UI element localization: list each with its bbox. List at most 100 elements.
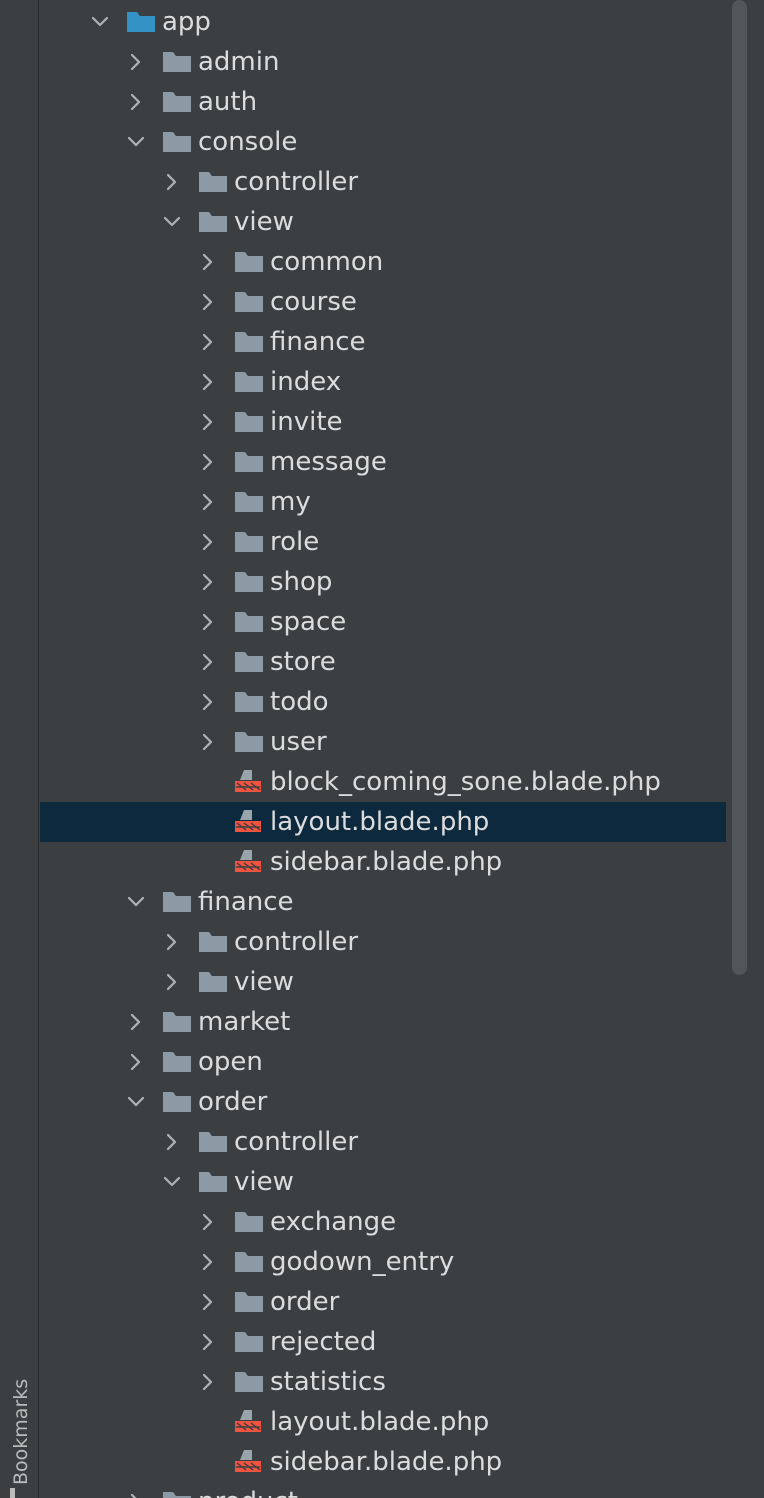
chevron-right-icon[interactable] — [198, 372, 218, 392]
scrollbar-thumb[interactable] — [732, 0, 747, 975]
chevron-right-icon[interactable] — [198, 652, 218, 672]
tree-item-label: invite — [270, 407, 343, 437]
folder-icon — [234, 291, 264, 313]
folder-icon — [234, 411, 264, 433]
tree-folder-row[interactable]: controller — [40, 1122, 726, 1162]
folder-icon — [234, 331, 264, 353]
chevron-down-icon[interactable] — [126, 1092, 146, 1112]
tree-item-label: view — [234, 207, 294, 237]
tree-folder-row[interactable]: view — [40, 1162, 726, 1202]
tree-folder-row[interactable]: godown_entry — [40, 1242, 726, 1282]
tree-folder-row[interactable]: common — [40, 242, 726, 282]
folder-icon — [234, 611, 264, 633]
tree-folder-row[interactable]: course — [40, 282, 726, 322]
tree-folder-row[interactable]: market — [40, 1002, 726, 1042]
folder-icon — [234, 1371, 264, 1393]
chevron-down-icon[interactable] — [162, 212, 182, 232]
chevron-right-icon[interactable] — [198, 292, 218, 312]
tree-file-row[interactable]: sidebar.blade.php — [40, 842, 726, 882]
folder-icon — [162, 891, 192, 913]
tree-folder-row[interactable]: exchange — [40, 1202, 726, 1242]
tree-file-row[interactable]: block_coming_sone.blade.php — [40, 762, 726, 802]
bookmarks-tab[interactable]: Bookmarks — [8, 1365, 32, 1498]
tree-item-label: my — [270, 487, 311, 517]
chevron-right-icon[interactable] — [162, 1132, 182, 1152]
chevron-right-icon[interactable] — [198, 572, 218, 592]
tool-window-strip: Bookmarks — [0, 0, 39, 1498]
tree-folder-row[interactable]: shop — [40, 562, 726, 602]
chevron-right-icon[interactable] — [198, 452, 218, 472]
tree-folder-row[interactable]: controller — [40, 922, 726, 962]
tree-folder-row[interactable]: product — [40, 1482, 726, 1498]
chevron-right-icon[interactable] — [126, 92, 146, 112]
chevron-right-icon[interactable] — [126, 1012, 146, 1032]
folder-icon — [198, 171, 228, 193]
folder-icon — [162, 1051, 192, 1073]
tree-folder-row[interactable]: index — [40, 362, 726, 402]
tree-item-label: console — [198, 127, 298, 157]
tree-folder-row[interactable]: statistics — [40, 1362, 726, 1402]
tree-folder-row[interactable]: user — [40, 722, 726, 762]
chevron-right-icon[interactable] — [198, 1252, 218, 1272]
tree-folder-row[interactable]: invite — [40, 402, 726, 442]
chevron-right-icon[interactable] — [162, 932, 182, 952]
chevron-right-icon[interactable] — [198, 332, 218, 352]
tree-folder-row[interactable]: open — [40, 1042, 726, 1082]
tree-folder-row[interactable]: console — [40, 122, 726, 162]
tree-item-label: finance — [270, 327, 366, 357]
chevron-right-icon[interactable] — [126, 52, 146, 72]
tree-item-label: view — [234, 967, 294, 997]
chevron-down-icon[interactable] — [162, 1172, 182, 1192]
chevron-right-icon[interactable] — [126, 1052, 146, 1072]
source-folder-icon — [126, 11, 156, 33]
folder-icon — [234, 651, 264, 673]
tree-file-row[interactable]: sidebar.blade.php — [40, 1442, 726, 1482]
tree-item-label: index — [270, 367, 342, 397]
tree-folder-row[interactable]: app — [40, 2, 726, 42]
chevron-down-icon[interactable] — [126, 892, 146, 912]
chevron-right-icon[interactable] — [126, 1492, 146, 1498]
tree-item-label: market — [198, 1007, 291, 1037]
tree-file-row[interactable]: layout.blade.php — [40, 802, 726, 842]
tree-folder-row[interactable]: todo — [40, 682, 726, 722]
tree-file-row[interactable]: layout.blade.php — [40, 1402, 726, 1442]
tree-folder-row[interactable]: finance — [40, 322, 726, 362]
tree-folder-row[interactable]: space — [40, 602, 726, 642]
tree-item-label: godown_entry — [270, 1247, 455, 1277]
tree-item-label: product — [198, 1486, 298, 1498]
chevron-down-icon[interactable] — [126, 132, 146, 152]
chevron-right-icon[interactable] — [162, 972, 182, 992]
chevron-right-icon[interactable] — [198, 1372, 218, 1392]
tree-item-label: controller — [234, 1127, 359, 1157]
chevron-right-icon[interactable] — [198, 1212, 218, 1232]
chevron-right-icon[interactable] — [198, 492, 218, 512]
project-tree: app admin auth console controller view common c… — [40, 0, 726, 1498]
chevron-right-icon[interactable] — [198, 1292, 218, 1312]
tree-folder-row[interactable]: controller — [40, 162, 726, 202]
chevron-right-icon[interactable] — [198, 412, 218, 432]
chevron-right-icon[interactable] — [198, 692, 218, 712]
tree-folder-row[interactable]: auth — [40, 82, 726, 122]
chevron-right-icon[interactable] — [198, 532, 218, 552]
blade-file-icon — [234, 809, 264, 832]
chevron-right-icon[interactable] — [198, 732, 218, 752]
tree-folder-row[interactable]: role — [40, 522, 726, 562]
blade-file-icon — [234, 1409, 264, 1432]
chevron-right-icon[interactable] — [162, 172, 182, 192]
tree-item-label: order — [270, 1287, 340, 1317]
tree-folder-row[interactable]: finance — [40, 882, 726, 922]
chevron-right-icon[interactable] — [198, 1332, 218, 1352]
chevron-right-icon[interactable] — [198, 612, 218, 632]
tree-folder-row[interactable]: message — [40, 442, 726, 482]
tree-folder-row[interactable]: my — [40, 482, 726, 522]
chevron-down-icon[interactable] — [90, 12, 110, 32]
tree-folder-row[interactable]: rejected — [40, 1322, 726, 1362]
chevron-right-icon[interactable] — [198, 252, 218, 272]
tree-folder-row[interactable]: order — [40, 1082, 726, 1122]
folder-icon — [234, 491, 264, 513]
tree-folder-row[interactable]: store — [40, 642, 726, 682]
tree-folder-row[interactable]: order — [40, 1282, 726, 1322]
tree-folder-row[interactable]: admin — [40, 42, 726, 82]
tree-folder-row[interactable]: view — [40, 202, 726, 242]
tree-folder-row[interactable]: view — [40, 962, 726, 1002]
